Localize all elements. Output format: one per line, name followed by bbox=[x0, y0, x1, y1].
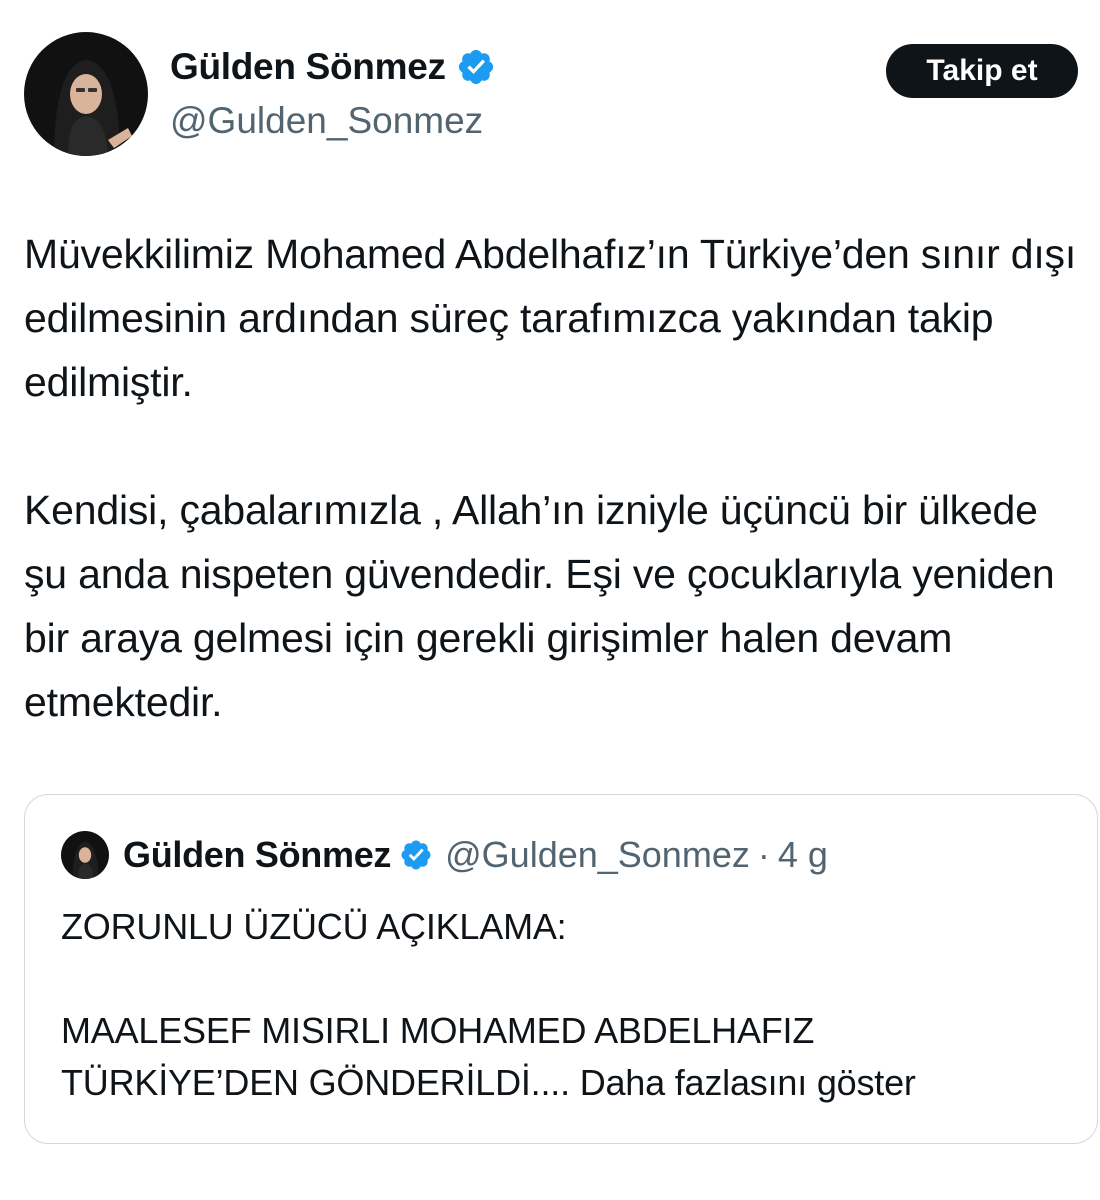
author-handle[interactable]: @Gulden_Sonmez bbox=[170, 100, 483, 142]
author-avatar[interactable] bbox=[24, 32, 148, 156]
tweet-paragraph-1: Müvekkilimiz Mohamed Abdelhafız’ın Türki… bbox=[24, 231, 1077, 405]
author-display-name[interactable]: Gülden Sönmez bbox=[170, 46, 446, 88]
quoted-tweet-header: Gülden Sönmez @Gulden_Sonmez · 4 g bbox=[61, 831, 828, 879]
follow-button[interactable]: Takip et bbox=[886, 44, 1078, 98]
quoted-author-display-name: Gülden Sönmez bbox=[123, 834, 392, 875]
verified-badge-icon bbox=[458, 49, 493, 85]
avatar-image bbox=[61, 831, 109, 879]
quoted-author-avatar bbox=[61, 831, 109, 879]
quoted-tweet-card[interactable]: Gülden Sönmez @Gulden_Sonmez · 4 g ZORUN… bbox=[24, 794, 1098, 1144]
quoted-tweet-time[interactable]: 4 g bbox=[778, 834, 828, 876]
quoted-tweet-line-2: MAALESEF MISIRLI MOHAMED ABDELHAFIZ TÜRK… bbox=[61, 1005, 1061, 1109]
quoted-author-handle: @Gulden_Sonmez bbox=[445, 834, 750, 875]
tweet-text: Müvekkilimiz Mohamed Abdelhafız’ın Türki… bbox=[24, 222, 1084, 734]
separator-dot: · bbox=[757, 834, 770, 875]
tweet-paragraph-2: Kendisi, çabalarımızla , Allah’ın izniyl… bbox=[24, 487, 1055, 725]
avatar-image bbox=[24, 32, 148, 156]
verified-badge-icon bbox=[401, 840, 431, 870]
author-name-row[interactable]: Gülden Sönmez bbox=[170, 46, 496, 88]
tweet-card: Gülden Sönmez @Gulden_Sonmez Takip et Mü… bbox=[0, 0, 1100, 1200]
show-more-link[interactable]: Daha fazlasını göster bbox=[580, 1062, 916, 1103]
quoted-tweet-line-1: ZORUNLU ÜZÜCÜ AÇIKLAMA: bbox=[61, 906, 567, 947]
quoted-tweet-text: ZORUNLU ÜZÜCÜ AÇIKLAMA: MAALESEF MISIRLI… bbox=[61, 901, 1061, 1109]
